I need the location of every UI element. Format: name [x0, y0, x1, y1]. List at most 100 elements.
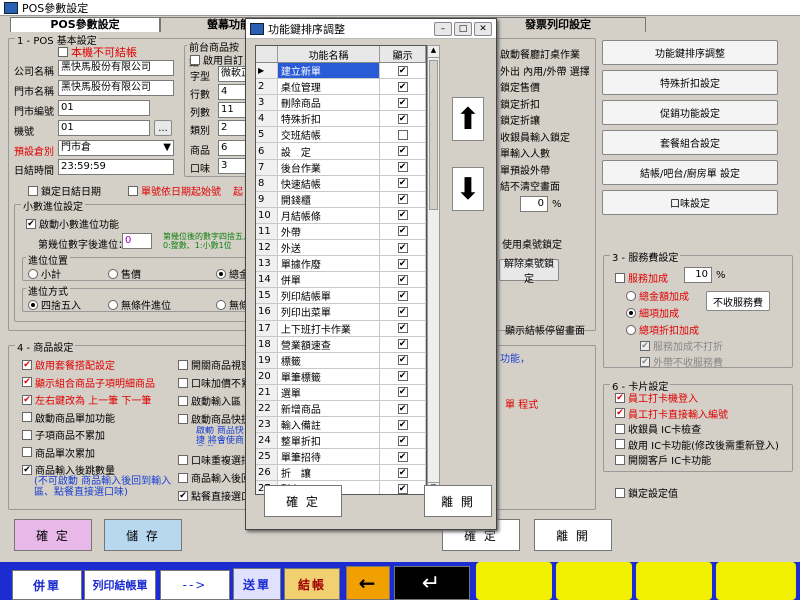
decimal-enable-checkbox[interactable]: ✔ [26, 218, 36, 229]
grid-row-show[interactable]: ✔ [380, 272, 426, 288]
grid-row-show-checkbox[interactable]: ✔ [397, 323, 408, 334]
release-table-lock-button[interactable]: 解除桌號鎖定 [499, 259, 559, 285]
grid-row[interactable]: 9 開錢櫃 ✔ [256, 191, 426, 208]
goods-left-checkbox[interactable]: ✔ [22, 464, 32, 475]
grid-row-show[interactable]: ✔ [380, 159, 426, 175]
grid-row-show-checkbox[interactable]: ✔ [397, 194, 408, 205]
grid-row-show-checkbox[interactable]: ✔ [397, 81, 408, 92]
close-icon[interactable]: ✕ [474, 21, 492, 36]
mode-ceil-radio[interactable] [108, 299, 118, 310]
grid-row[interactable]: 22 新增商品 ✔ [256, 400, 426, 418]
yellow-key-4[interactable] [716, 562, 796, 600]
service-item-radio[interactable] [626, 307, 636, 318]
grid-row-show-checkbox[interactable]: ✔ [397, 162, 408, 173]
right-setting-button[interactable]: 套餐組合設定 [602, 130, 778, 155]
grid-row-show-checkbox[interactable]: ✔ [397, 435, 408, 446]
right-setting-button[interactable]: 口味設定 [602, 190, 778, 215]
merge-order-button[interactable]: 併單 [12, 570, 82, 600]
save-button[interactable]: 儲 存 [104, 519, 182, 551]
grid-row-show[interactable]: ✔ [380, 191, 426, 207]
grid-row[interactable]: ▶ 建立新單 ✔ [256, 63, 426, 80]
grid-row-show[interactable]: ✔ [380, 111, 426, 127]
goods-mid-checkbox[interactable]: ✔ [178, 490, 188, 501]
grid-row[interactable]: 14 併單 ✔ [256, 272, 426, 289]
minimize-icon[interactable]: – [434, 21, 452, 36]
pos-subtotal-radio[interactable] [28, 268, 38, 279]
grid-row-show-checkbox[interactable]: ✔ [397, 258, 408, 269]
no-discount-checkbox[interactable]: ✔ [640, 340, 650, 351]
goods-mid-checkbox[interactable] [178, 377, 188, 388]
card-setting-checkbox[interactable]: ✔ [615, 392, 625, 403]
dialog-ok-button[interactable]: 確 定 [264, 485, 342, 517]
right-setting-button[interactable]: 特殊折扣設定 [602, 70, 778, 95]
goods-left-checkbox[interactable]: ✔ [22, 359, 32, 370]
checkout-button[interactable]: 結帳 [284, 568, 340, 600]
goods-left-checkbox[interactable] [22, 447, 32, 457]
goods-left-checkbox[interactable] [22, 429, 32, 440]
yellow-key-3[interactable] [636, 562, 712, 600]
grid-row-show-checkbox[interactable]: ✔ [397, 178, 408, 189]
machine-input[interactable]: 01 [58, 120, 150, 136]
grid-row-show-checkbox[interactable]: ✔ [397, 451, 408, 462]
scroll-thumb[interactable] [429, 60, 438, 210]
grid-row-show-checkbox[interactable]: ✔ [397, 226, 408, 237]
grid-row-show-checkbox[interactable]: ✔ [397, 97, 408, 108]
grid-row[interactable]: 3 刪除商品 ✔ [256, 95, 426, 112]
enable-custom-checkbox[interactable] [190, 54, 200, 65]
grid-row[interactable]: 7 後台作業 ✔ [256, 159, 426, 176]
grid-row-show-checkbox[interactable]: ✔ [397, 355, 408, 366]
grid-row-show-checkbox[interactable]: ✔ [397, 371, 408, 382]
enter-arrow-icon[interactable]: ↵ [394, 566, 470, 600]
grid-row-show-checkbox[interactable]: ✔ [397, 483, 408, 494]
grid-row[interactable]: 8 快速結帳 ✔ [256, 175, 426, 192]
grid-row-show[interactable]: ✔ [380, 449, 426, 465]
grid-row-show[interactable]: ✔ [380, 465, 426, 481]
grid-row[interactable]: 5 交班結帳 [256, 127, 426, 144]
grid-row[interactable]: 26 折 讓 ✔ [256, 465, 426, 482]
grid-row-show[interactable]: ✔ [380, 384, 426, 400]
leave-button[interactable]: 離 開 [534, 519, 612, 551]
service-discount-radio[interactable] [626, 324, 636, 335]
service-total-radio[interactable] [626, 290, 636, 301]
grid-row[interactable]: 4 特殊折扣 ✔ [256, 111, 426, 128]
goods-left-checkbox[interactable]: ✔ [22, 394, 32, 405]
rows-input[interactable]: 4 [218, 84, 248, 100]
right-setting-button[interactable]: 功能鍵排序調整 [602, 40, 778, 65]
grid-row[interactable]: 12 外送 ✔ [256, 240, 426, 257]
goods-left-checkbox[interactable]: ✔ [22, 377, 32, 387]
grid-row-show-checkbox[interactable]: ✔ [397, 467, 408, 478]
card-setting-checkbox[interactable] [615, 439, 625, 449]
back-arrow-button[interactable]: ← [346, 566, 390, 600]
grid-row-show[interactable]: ✔ [380, 368, 426, 384]
grid-row-show-checkbox[interactable]: ✔ [397, 242, 408, 253]
grid-row-show[interactable]: ✔ [380, 304, 426, 320]
grid-row-show[interactable]: ✔ [380, 288, 426, 304]
service-fee-input[interactable]: 10 [684, 267, 712, 283]
class-input[interactable]: 2 [218, 120, 248, 136]
scroll-up-icon[interactable]: ▲ [428, 46, 439, 58]
grid-row-show[interactable]: ✔ [380, 143, 426, 159]
grid-row-show[interactable]: ✔ [380, 433, 426, 449]
grid-row[interactable]: 18 營業額速查 ✔ [256, 336, 426, 353]
no-takeout-checkbox[interactable]: ✔ [640, 356, 650, 367]
grid-row-show[interactable]: ✔ [380, 352, 426, 368]
mode-round-radio[interactable] [28, 299, 38, 310]
grid-row[interactable]: 6設 定 ✔ [256, 143, 426, 160]
grid-row[interactable]: 2 桌位管理 ✔ [256, 79, 426, 96]
grid-row-show[interactable]: ✔ [380, 95, 426, 111]
goods-mid-checkbox[interactable] [178, 359, 188, 370]
grid-row-show[interactable]: ✔ [380, 256, 426, 272]
grid-row[interactable]: 20 單筆標籤 ✔ [256, 368, 426, 385]
font-select[interactable]: 微軟正 [218, 66, 248, 82]
grid-row-show-checkbox[interactable]: ✔ [397, 306, 408, 317]
yellow-key-2[interactable] [556, 562, 632, 600]
warehouse-select[interactable]: 門市倉 ▼ [58, 140, 174, 156]
grid-row[interactable]: 17 上下班打卡作業 ✔ [256, 320, 426, 337]
grid-row-show[interactable]: ✔ [380, 79, 426, 95]
pos-price-radio[interactable] [108, 268, 118, 279]
cols-input[interactable]: 11 [218, 102, 248, 118]
machine-browse-button[interactable]: ... [154, 120, 172, 136]
grid-row-show[interactable]: ✔ [380, 336, 426, 352]
grid-row[interactable]: 19 標籤 ✔ [256, 352, 426, 369]
grid-row[interactable]: 25 單筆招待 ✔ [256, 449, 426, 466]
